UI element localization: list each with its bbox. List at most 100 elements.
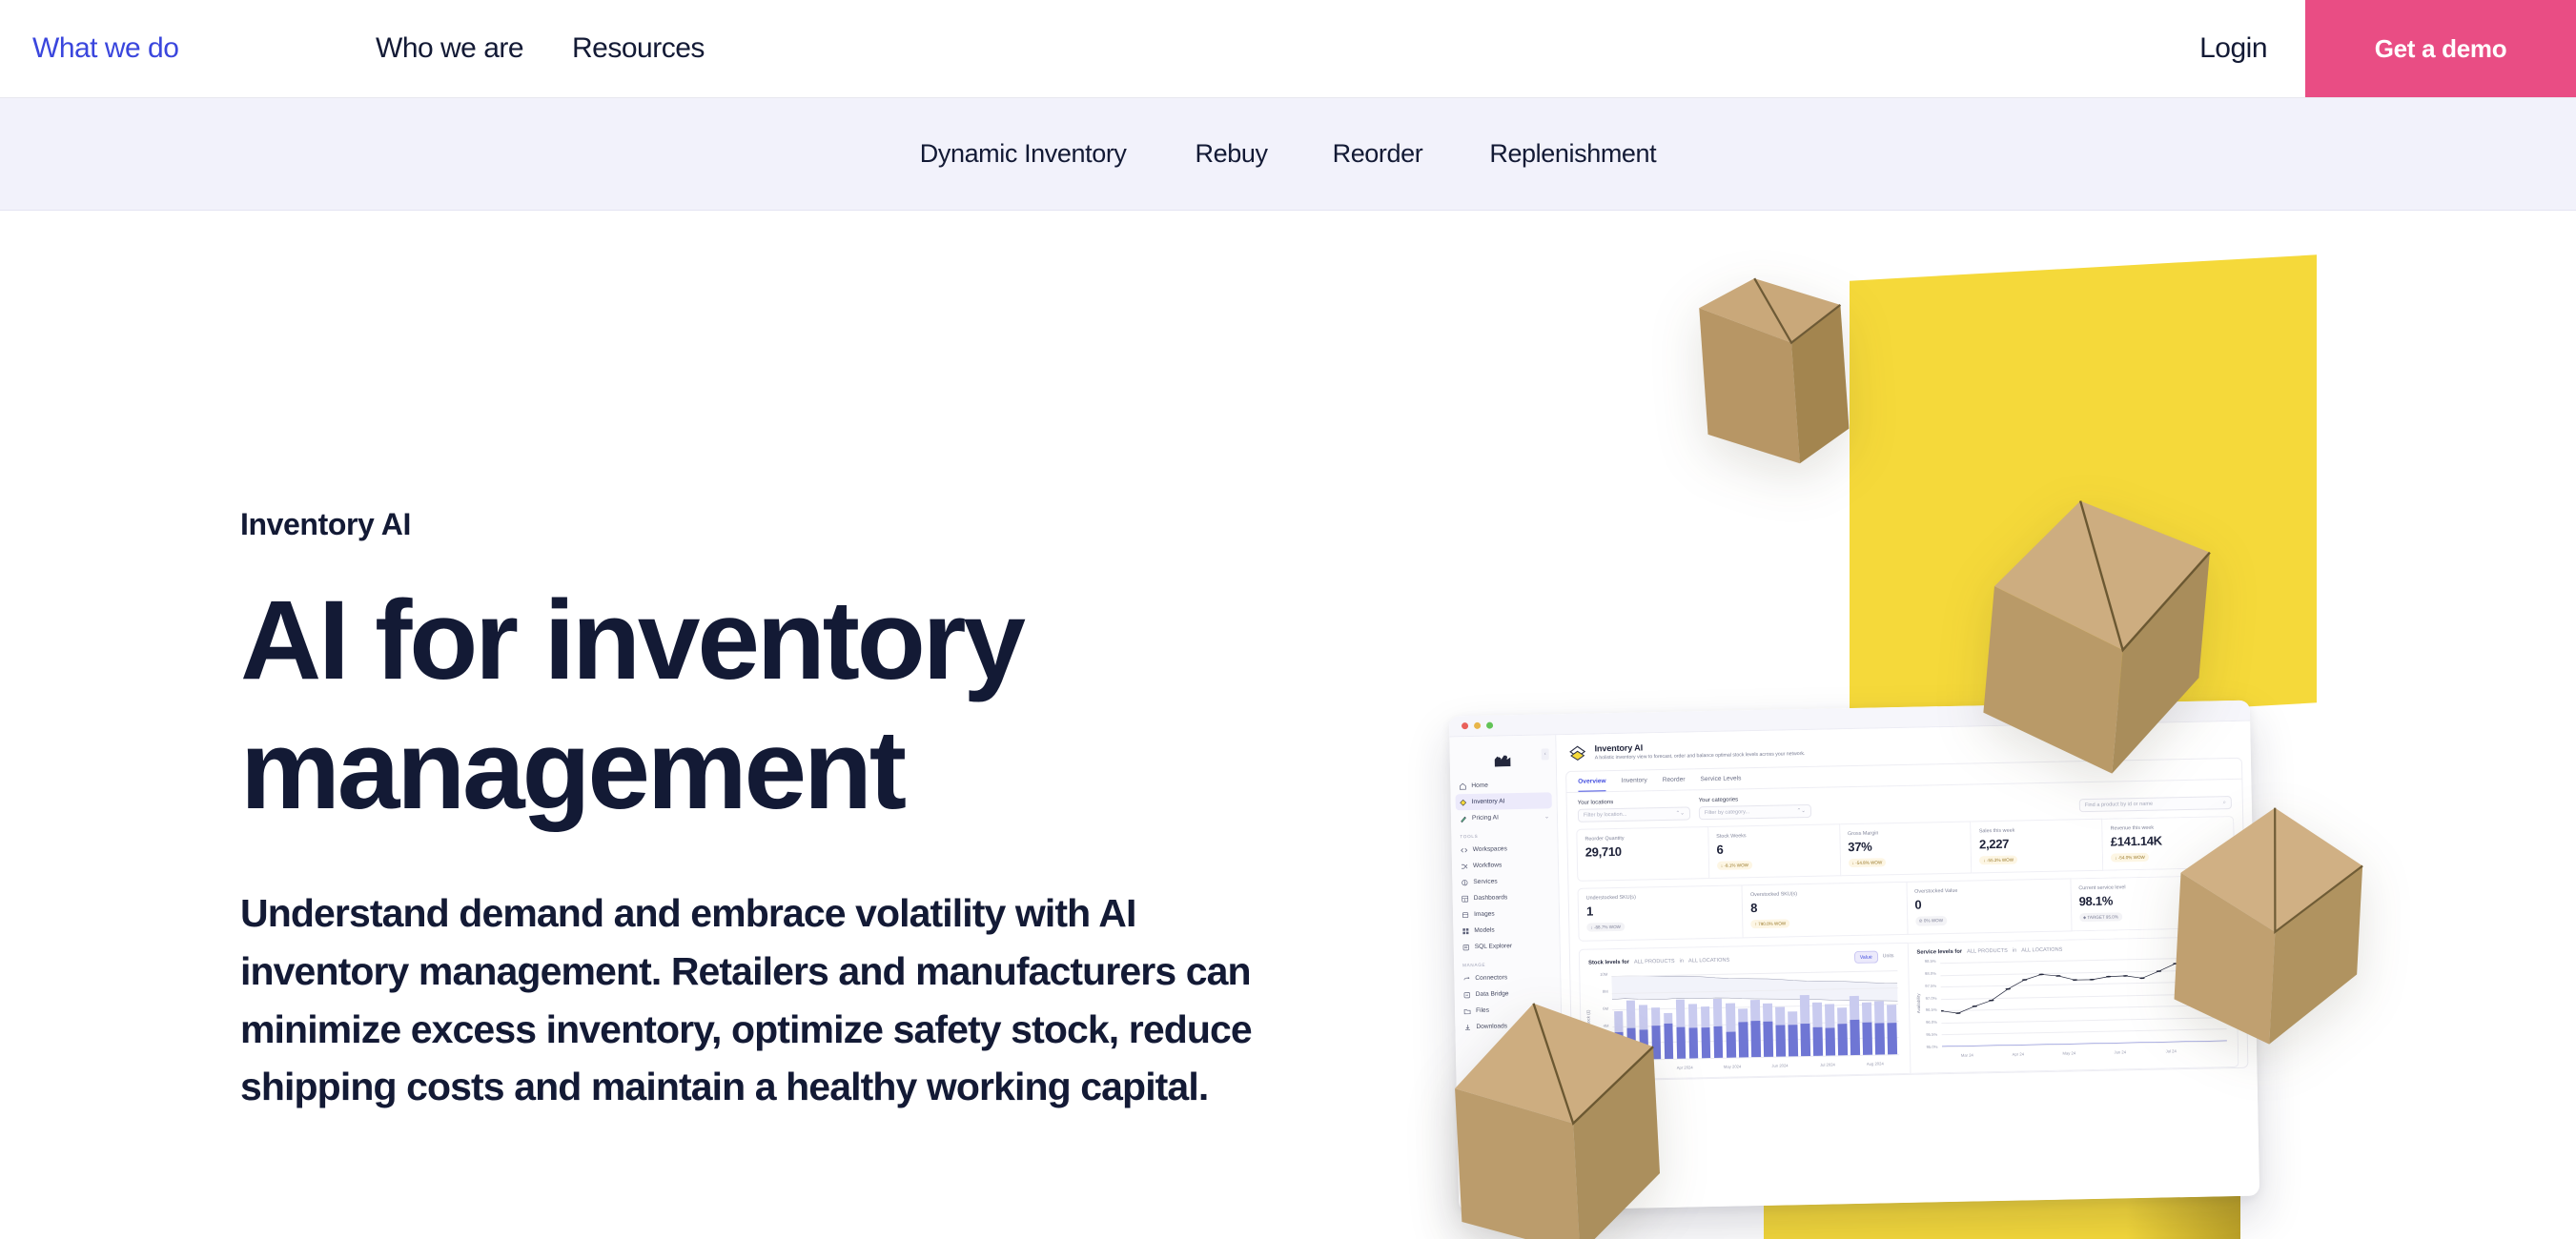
kpi-value: 1 [1585,904,1594,919]
kpi-badge: ↓ -54.8% WOW [1848,858,1887,868]
bar-segment-onhand [1800,1023,1810,1057]
select-placeholder: Filter by location... [1583,811,1627,819]
bar-segment-onhand [1874,1023,1885,1055]
x-tick: Jun 24 [2114,1049,2127,1055]
bar [1725,974,1736,1058]
chart-filter-locations[interactable]: ALL LOCATIONS [2021,947,2062,954]
chart-filter-locations[interactable]: ALL LOCATIONS [1688,957,1729,964]
filter-label: Your locations [1577,800,1614,806]
kpi-value: 6 [1716,842,1724,857]
kpi-label: Reorder Quantity [1584,835,1625,843]
kpi-card: Overstocked Value 0 ⊘ 0% WOW [1906,878,2073,935]
tab-overview[interactable]: Overview [1578,778,1606,792]
bar [1749,973,1761,1058]
kpi-badge: ↓ -8.1% WOW [1716,861,1753,870]
bar-segment-onhand [1688,1027,1699,1059]
subnav-link-replenishment[interactable]: Replenishment [1489,139,1656,169]
y-tick: 97.0% [1925,995,1937,1001]
kpi-card: Understocked SKU(s) 1 ↓ -88.7% WOW [1577,884,1744,942]
y-tick: 98.0% [1924,970,1936,976]
bar [1787,972,1798,1057]
location-select[interactable]: Filter by location... ⌃⌄ [1577,806,1691,823]
kpi-label: Overstocked Value [1914,887,1958,895]
close-dot-icon[interactable] [1462,722,1469,730]
kpi-badge: ↓ -88.7% WOW [1586,922,1625,932]
login-link[interactable]: Login [2199,0,2305,97]
bar [1886,970,1897,1055]
sidebar-item-label: Models [1474,926,1495,934]
bar [1824,971,1835,1056]
chart-title: Stock levels for [1588,959,1629,966]
value-units-toggle[interactable]: Value Units [1853,950,1899,965]
sidebar-item-pricing-ai[interactable]: Pricing AI ⌄ [1451,808,1557,826]
sidebar-item-label: Dashboards [1473,894,1508,903]
subnav-link-rebuy[interactable]: Rebuy [1196,139,1268,169]
sidebar-item-label: Images [1473,910,1495,918]
bar-segment-onhand [1738,1021,1748,1058]
tab-reorder[interactable]: Reorder [1663,777,1686,790]
y-tick: 98.5% [1924,958,1936,965]
filter-locations: Your locations Filter by location... ⌃⌄ [1577,798,1691,823]
nav-link-resources[interactable]: Resources [572,32,705,64]
x-tick: Jun 2024 [1771,1063,1789,1068]
subnav-link-reorder[interactable]: Reorder [1333,139,1423,169]
tab-service-levels[interactable]: Service Levels [1700,775,1741,789]
nav-link-who-we-are[interactable]: Who we are [376,32,524,64]
app-title: Inventory AI [1594,742,1644,754]
sidebar-item-label: SQL Explorer [1474,943,1513,950]
bar [1811,972,1823,1056]
y-tick: 10M [1600,971,1608,977]
app-header-text: Inventory AI A holistic inventory view t… [1594,740,1805,761]
pricing-ai-icon [1460,815,1467,823]
home-icon [1459,782,1466,790]
nav-actions: Login Get a demo [2199,0,2576,97]
chevron-updown-icon: ⌃⌄ [1796,807,1806,815]
chart-filter-conjunction: in [2012,947,2017,954]
kpi-value: 2,227 [1978,836,2010,852]
top-navigation-bar: What we do Who we are Resources Login Ge… [0,0,2576,98]
minimize-dot-icon[interactable] [1474,721,1482,729]
get-a-demo-button[interactable]: Get a demo [2305,0,2576,97]
chart-filter-conjunction: in [1679,958,1685,965]
bar [1861,971,1872,1055]
bar-segment-onhand [1713,1026,1724,1058]
chart-filter-products[interactable]: ALL PRODUCTS [1967,948,2008,955]
bar-segment-onhand [1775,1025,1786,1057]
kpi-badge: ⊘ 0% WOW [1914,916,1948,926]
sidebar-item-inventory-ai[interactable]: Inventory AI [1455,792,1552,811]
bar [1737,973,1748,1058]
bar [1700,974,1711,1059]
sidebar-item-label: Pricing AI [1471,814,1499,823]
bar [1836,971,1848,1056]
chart-filter-products[interactable]: ALL PRODUCTS [1634,958,1675,965]
bar-segment-onhand [1763,1021,1773,1057]
kpi-card: Reorder Quantity 29,710 [1576,826,1710,882]
subnav-link-dynamic-inventory[interactable]: Dynamic Inventory [920,139,1127,169]
maximize-dot-icon[interactable] [1485,721,1494,729]
kpi-card: Overstocked SKU(s) 8 ↑ 790.0% WOW [1742,881,1909,939]
category-select[interactable]: Filter by category... ⌃⌄ [1698,803,1812,821]
kpi-card: Gross Margin 37% ↓ -54.8% WOW [1839,821,1973,877]
sql-icon [1462,944,1470,951]
kpi-label: Stock Weeks [1716,833,1747,840]
y-tick: 95.5% [1926,1031,1938,1038]
x-tick: Jul 2024 [1819,1062,1835,1067]
kpi-label: Gross Margin [1847,830,1879,838]
model-icon [1462,927,1469,935]
tab-inventory[interactable]: Inventory [1622,777,1647,791]
bar-segment-onhand [1701,1027,1711,1059]
nav-link-what-we-do[interactable]: What we do [32,32,179,64]
sidebar-item-sql-explorer[interactable]: SQL Explorer [1454,937,1560,955]
app-logo[interactable] [1449,743,1556,778]
bar [1687,974,1699,1059]
toggle-units[interactable]: Units [1878,950,1899,963]
y-tick: 97.5% [1925,983,1937,988]
cardboard-box-top-left [1687,260,1859,508]
hero-section: Inventory AI AI for inventory management… [0,211,2576,1239]
sidebar-collapse-button[interactable]: ‹ [1541,748,1549,761]
kpi-badge: ↓ -54.0% WOW [2111,852,2149,863]
cardboard-box-bottom-left [1449,983,1687,1239]
toggle-value[interactable]: Value [1853,950,1878,965]
code-icon [1461,846,1468,854]
select-placeholder: Filter by category... [1704,809,1750,817]
